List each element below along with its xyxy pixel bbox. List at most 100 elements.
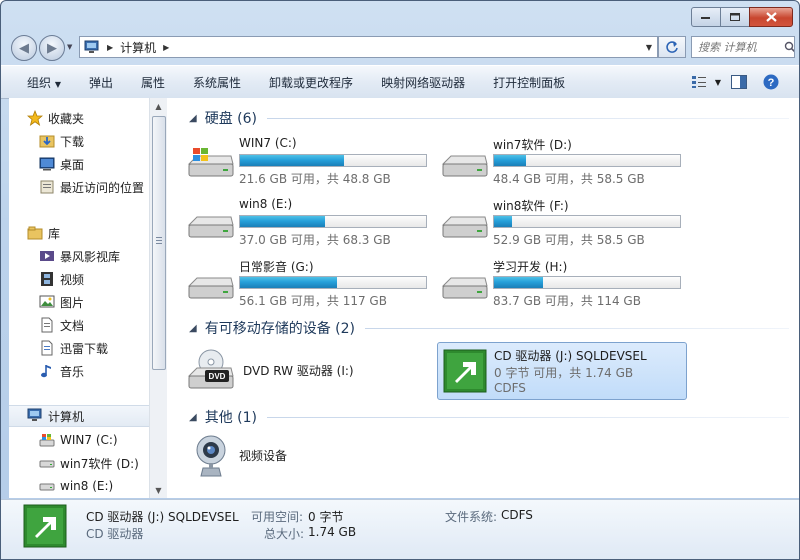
collapse-chevron-icon[interactable]: ◢ [189, 113, 197, 124]
nav-item-desktop[interactable]: 桌面 [39, 153, 84, 175]
nav-item-drive-c[interactable]: WIN7 (C:) [39, 429, 118, 451]
nav-item-drive-e[interactable]: win8 (E:) [39, 475, 113, 497]
group-header-other[interactable]: ◢ 其他 (1) [189, 407, 789, 427]
drive-usage-bar [493, 215, 681, 228]
navigation-pane: 收藏夹 下载 桌面 最近访问的位置 库 暴风影视库 视频 图片 文档 迅雷下载 … [9, 98, 149, 498]
webcam-icon [196, 435, 226, 477]
drive-item-g[interactable]: 日常影音 (G:) 56.1 GB 可用，共 117 GB [187, 258, 437, 312]
drive-space-text: 0 字节 可用，共 1.74 GB [494, 366, 634, 380]
nav-item-xunlei-downloads[interactable]: 迅雷下载 [39, 337, 108, 359]
details-title: CD 驱动器 (J:) SQLDEVSEL [86, 510, 239, 524]
drive-usage-bar [239, 154, 427, 167]
nav-item-drive-d[interactable]: win7软件 (D:) [39, 452, 139, 474]
document-icon [39, 317, 55, 333]
address-bar[interactable]: ▶ 计算机 ▶ ▼ [79, 36, 658, 58]
window-controls [691, 7, 793, 27]
drive-space-text: 56.1 GB 可用，共 117 GB [239, 294, 387, 308]
drive-item-cd-selected[interactable]: CD 驱动器 (J:) SQLDEVSEL 0 字节 可用，共 1.74 GB … [437, 342, 687, 400]
back-button[interactable]: ◀ [11, 35, 37, 61]
drive-usage-bar [493, 154, 681, 167]
view-dropdown-icon: ▼ [714, 77, 721, 87]
eject-button[interactable]: 弹出 [75, 74, 127, 91]
view-grid-icon [691, 76, 706, 88]
breadcrumb-separator-icon[interactable]: ▶ [107, 43, 113, 52]
maximize-button[interactable] [720, 7, 750, 27]
map-network-drive-button[interactable]: 映射网络驱动器 [367, 74, 479, 91]
drive-item-e[interactable]: win8 (E:) 37.0 GB 可用，共 68.3 GB [187, 197, 437, 251]
details-free-label: 可用空间: [251, 510, 304, 524]
hard-drive-icon [441, 155, 488, 177]
open-control-panel-button[interactable]: 打开控制面板 [479, 74, 579, 91]
help-button[interactable]: ? [763, 74, 779, 90]
desktop-icon [39, 156, 55, 172]
nav-item-music[interactable]: 音乐 [39, 360, 84, 382]
drive-filesystem: CDFS [494, 381, 526, 395]
navigation-scrollbar[interactable]: ▲ ▼ [149, 98, 167, 498]
computer-icon [84, 40, 99, 53]
details-total-value: 1.74 GB [308, 525, 357, 539]
details-subtitle: CD 驱动器 [86, 527, 144, 541]
close-button[interactable] [749, 7, 793, 27]
hard-drive-icon [39, 478, 55, 494]
address-history-dropdown[interactable]: ▼ [641, 43, 657, 52]
windows-drive-icon [39, 432, 55, 448]
drive-space-text: 83.7 GB 可用，共 114 GB [493, 294, 641, 308]
drive-item-d[interactable]: win7软件 (D:) 48.4 GB 可用，共 58.5 GB [441, 136, 691, 190]
dropdown-arrow-icon: ▼ [54, 79, 61, 89]
autorun-arrow-icon [23, 504, 67, 548]
scrollbar-grip-icon [156, 237, 162, 244]
search-box[interactable] [691, 36, 795, 58]
device-item-camera[interactable]: 视频设备 [191, 432, 287, 478]
breadcrumb-separator-icon[interactable]: ▶ [163, 43, 169, 52]
drive-item-h[interactable]: 学习开发 (H:) 83.7 GB 可用，共 114 GB [441, 258, 691, 312]
drive-usage-bar [239, 276, 427, 289]
drive-name: WIN7 (C:) [239, 136, 297, 150]
details-free-value: 0 字节 [308, 510, 344, 524]
scroll-down-arrow-icon[interactable]: ▼ [150, 482, 167, 498]
nav-libraries[interactable]: 库 [27, 222, 60, 244]
nav-item-recent-places[interactable]: 最近访问的位置 [39, 176, 144, 198]
forward-button[interactable]: ▶ [39, 35, 65, 61]
properties-button[interactable]: 属性 [127, 74, 179, 91]
group-header-hard-disks[interactable]: ◢ 硬盘 (6) [189, 108, 789, 128]
nav-computer[interactable]: 计算机 [9, 405, 149, 427]
computer-icon [27, 408, 43, 424]
hard-drive-icon [441, 216, 488, 238]
nav-item-videos[interactable]: 视频 [39, 268, 84, 290]
minimize-button[interactable] [691, 7, 721, 27]
drive-name: 学习开发 (H:) [493, 260, 568, 274]
nav-item-pictures[interactable]: 图片 [39, 291, 84, 313]
organize-menu[interactable]: 组织 ▼ [1, 74, 75, 91]
drive-item-f[interactable]: win8软件 (F:) 52.9 GB 可用，共 58.5 GB [441, 197, 691, 251]
drive-item-dvd[interactable]: DVD DVD RW 驱动器 (I:) [187, 348, 354, 392]
change-view-button[interactable]: ▼ [691, 75, 721, 89]
refresh-button[interactable] [658, 36, 686, 58]
view-controls: ▼ ? [691, 66, 799, 98]
nav-item-downloads[interactable]: 下载 [39, 130, 84, 152]
collapse-chevron-icon[interactable]: ◢ [189, 323, 197, 334]
scrollbar-thumb[interactable] [152, 116, 166, 370]
search-icon[interactable] [784, 41, 794, 53]
breadcrumb-computer[interactable]: 计算机 [120, 39, 156, 56]
drive-name: win8软件 (F:) [493, 199, 569, 213]
nav-item-documents[interactable]: 文档 [39, 314, 84, 336]
collapse-chevron-icon[interactable]: ◢ [189, 412, 197, 423]
close-icon [765, 12, 777, 22]
uninstall-program-button[interactable]: 卸载或更改程序 [255, 74, 367, 91]
search-input[interactable] [692, 39, 784, 55]
scroll-up-arrow-icon[interactable]: ▲ [150, 98, 167, 114]
preview-pane-button[interactable] [731, 75, 747, 89]
help-icon: ? [763, 74, 779, 90]
nav-item-baofeng-library[interactable]: 暴风影视库 [39, 245, 120, 267]
drive-name: win8 (E:) [239, 197, 293, 211]
drive-space-text: 52.9 GB 可用，共 58.5 GB [493, 233, 645, 247]
nav-favorites[interactable]: 收藏夹 [27, 107, 84, 129]
drive-item-c[interactable]: WIN7 (C:) 21.6 GB 可用，共 48.8 GB [187, 136, 437, 190]
command-bar: 组织 ▼ 弹出 属性 系统属性 卸载或更改程序 映射网络驱动器 打开控制面板 ▼… [1, 65, 799, 99]
hard-drive-icon [187, 216, 234, 238]
drive-name: CD 驱动器 (J:) SQLDEVSEL [494, 349, 647, 363]
recent-pages-dropdown[interactable]: ▼ [67, 43, 72, 51]
system-properties-button[interactable]: 系统属性 [179, 74, 255, 91]
group-header-removable[interactable]: ◢ 有可移动存储的设备 (2) [189, 318, 789, 338]
dvd-drive-icon: DVD [187, 349, 234, 389]
